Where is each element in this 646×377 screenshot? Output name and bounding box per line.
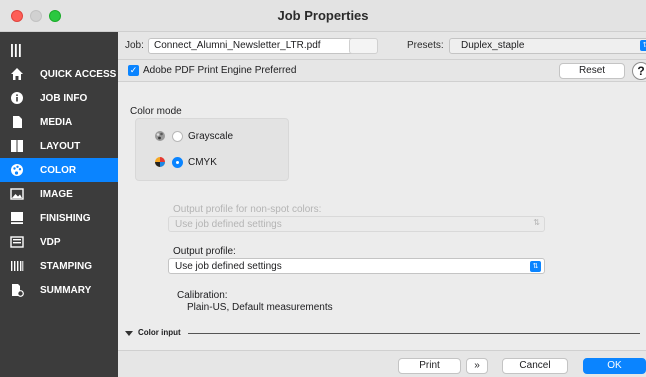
sidebar-item-vdp[interactable]: VDP — [0, 230, 118, 254]
more-options-button[interactable]: » — [466, 358, 488, 374]
presets-label: Presets: — [407, 40, 444, 51]
job-nav-buttons[interactable] — [349, 38, 378, 54]
vdp-icon — [9, 234, 25, 250]
color-input-section-header[interactable]: Color input — [125, 328, 646, 340]
grayscale-label: Grayscale — [188, 130, 234, 142]
presets-select[interactable]: Duplex_staple — [449, 38, 646, 54]
window-title: Job Properties — [277, 8, 369, 23]
info-icon — [9, 90, 25, 106]
sidebar-item-layout[interactable]: LAYOUT — [0, 134, 118, 158]
pdf-engine-label: Adobe PDF Print Engine Preferred — [143, 65, 297, 76]
grayscale-palette-icon — [155, 131, 165, 141]
grayscale-option[interactable]: Grayscale — [154, 130, 233, 142]
pdf-engine-checkbox[interactable]: ✓ — [128, 65, 139, 76]
home-icon — [9, 66, 25, 82]
sidebar-item-label: QUICK ACCESS — [40, 68, 117, 80]
calibration-label: Calibration: — [177, 290, 228, 301]
output-profile-label: Output profile: — [173, 246, 236, 257]
cmyk-label: CMYK — [188, 156, 217, 168]
output-profile-value: Use job defined settings — [175, 261, 282, 272]
sidebar-item-label: JOB INFO — [40, 92, 88, 104]
cmyk-radio[interactable] — [172, 156, 183, 168]
reset-button[interactable]: Reset — [559, 63, 625, 79]
cmyk-option[interactable]: CMYK — [154, 156, 217, 168]
sidebar: ||| QUICK ACCESS JOB INFO MEDIA LAYOUT C… — [0, 32, 118, 377]
sidebar-item-image[interactable]: IMAGE — [0, 182, 118, 206]
color-input-label: Color input — [138, 328, 181, 337]
print-button[interactable]: Print — [398, 358, 461, 374]
sidebar-item-stamping[interactable]: STAMPING — [0, 254, 118, 278]
sidebar-item-label: FINISHING — [40, 212, 91, 224]
presets-value: Duplex_staple — [461, 40, 525, 51]
palette-icon — [9, 162, 25, 178]
help-button[interactable]: ? — [632, 62, 646, 80]
chevron-updown-icon: ⇅ — [530, 261, 541, 272]
color-mode-title: Color mode — [130, 106, 182, 117]
non-spot-profile-label: Output profile for non-spot colors: — [173, 204, 322, 215]
sidebar-item-label: SUMMARY — [40, 284, 92, 296]
calibration-value: Plain-US, Default measurements — [187, 302, 333, 313]
non-spot-profile-value: Use job defined settings — [175, 219, 282, 230]
page-icon — [9, 114, 25, 130]
sidebar-item-label: LAYOUT — [40, 140, 81, 152]
color-settings-panel: Color mode Grayscale CMYK Output profile… — [118, 82, 646, 350]
sidebar-item-media[interactable]: MEDIA — [0, 110, 118, 134]
title-bar: Job Properties — [0, 0, 646, 32]
chevron-updown-icon: ⇅ — [533, 218, 540, 227]
cmyk-palette-icon — [155, 157, 165, 167]
sidebar-item-job-info[interactable]: JOB INFO — [0, 86, 118, 110]
sidebar-item-quick-access[interactable]: QUICK ACCESS — [0, 62, 118, 86]
sidebar-item-label: COLOR — [40, 164, 77, 176]
sidebar-menu-icon[interactable]: ||| — [10, 41, 22, 57]
job-toolbar: Job: Connect_Alumni_Newsletter_LTR.pdf ⇅… — [118, 32, 646, 60]
footer-bar: Print » Cancel OK — [118, 350, 646, 377]
output-profile-select[interactable]: Use job defined settings ⇅ — [168, 258, 545, 274]
summary-icon — [9, 282, 25, 298]
cancel-button[interactable]: Cancel — [502, 358, 568, 374]
presets-chevron-icon[interactable]: ⇅ — [640, 40, 646, 51]
job-select[interactable]: Connect_Alumni_Newsletter_LTR.pdf ⇅ — [148, 38, 363, 54]
stamping-icon — [9, 258, 25, 274]
disclosure-triangle-icon[interactable] — [125, 331, 133, 336]
ok-button[interactable]: OK — [583, 358, 646, 374]
sidebar-item-color[interactable]: COLOR — [0, 158, 118, 182]
sidebar-item-summary[interactable]: SUMMARY — [0, 278, 118, 302]
layout-icon — [9, 138, 25, 154]
sidebar-item-label: MEDIA — [40, 116, 73, 128]
finishing-icon — [9, 210, 25, 226]
divider — [188, 333, 640, 334]
color-mode-group: Grayscale CMYK — [135, 118, 289, 181]
job-label: Job: — [125, 40, 144, 51]
sidebar-item-label: IMAGE — [40, 188, 73, 200]
grayscale-radio[interactable] — [172, 130, 183, 142]
non-spot-profile-select[interactable]: Use job defined settings ⇅ — [168, 216, 545, 232]
sidebar-item-label: VDP — [40, 236, 61, 248]
sidebar-item-label: STAMPING — [40, 260, 93, 272]
sidebar-item-finishing[interactable]: FINISHING — [0, 206, 118, 230]
job-value: Connect_Alumni_Newsletter_LTR.pdf — [154, 40, 321, 51]
options-bar: ✓ Adobe PDF Print Engine Preferred Reset… — [118, 60, 646, 82]
image-icon — [9, 186, 25, 202]
